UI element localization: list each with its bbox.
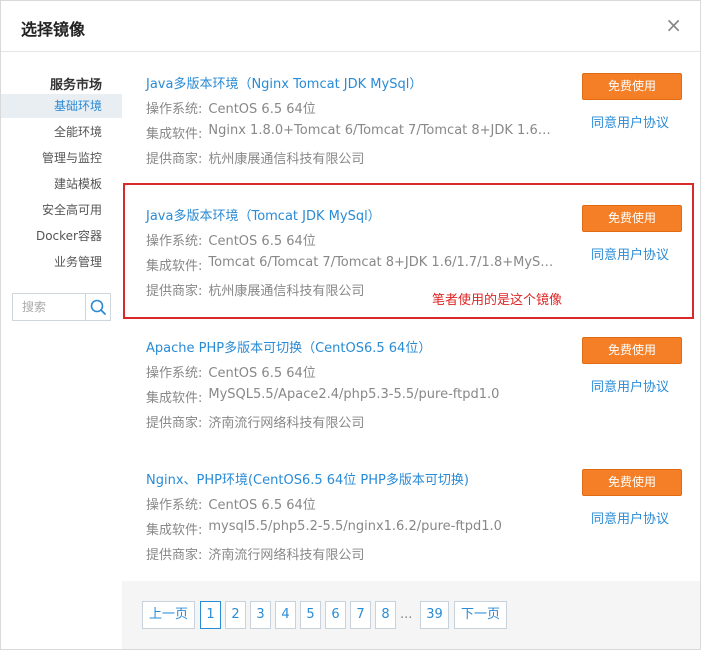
- software-label: 集成软件:: [146, 523, 203, 538]
- page-ellipsis: ...: [400, 607, 413, 622]
- os-label: 操作系统:: [146, 102, 203, 117]
- free-use-button[interactable]: 免费使用: [582, 469, 682, 496]
- vendor-row: 提供商家: 济南流行网络科技有限公司: [146, 412, 364, 431]
- os-label: 操作系统:: [146, 498, 203, 513]
- vendor-label: 提供商家:: [146, 416, 203, 431]
- page-8-button[interactable]: 8: [375, 601, 396, 629]
- annotation-note: 笔者使用的是这个镜像: [432, 293, 563, 308]
- os-row: 操作系统: CentOS 6.5 64位: [146, 494, 316, 513]
- software-value: Tomcat 6/Tomcat 7/Tomcat 8+JDK 1.6/1.7/1…: [208, 255, 554, 270]
- image-card: Apache PHP多版本可切换（CentOS6.5 64位） 操作系统: Cen…: [122, 317, 700, 449]
- sidebar: 服务市场 基础环境 全能环境 管理与监控 建站模板 安全高可用 Docker容器…: [1, 53, 122, 649]
- software-row: 集成软件: Nginx 1.8.0+Tomcat 6/Tomcat 7/Tomca…: [146, 123, 554, 142]
- os-row: 操作系统: CentOS 6.5 64位: [146, 230, 316, 249]
- dialog-header: 选择镜像 ×: [1, 1, 700, 52]
- image-name-link[interactable]: Apache PHP多版本可切换（CentOS6.5 64位）: [146, 337, 431, 356]
- sidebar-item-basic-env[interactable]: 基础环境: [1, 94, 122, 118]
- close-icon[interactable]: ×: [665, 13, 682, 37]
- vendor-value: 济南流行网络科技有限公司: [208, 416, 365, 431]
- agreement-link[interactable]: 同意用户协议: [591, 244, 669, 263]
- page-6-button[interactable]: 6: [325, 601, 346, 629]
- os-label: 操作系统:: [146, 366, 203, 381]
- agreement-link[interactable]: 同意用户协议: [591, 376, 669, 395]
- software-row: 集成软件: MySQL5.5/Apace2.4/php5.3-5.5/pure-f…: [146, 387, 499, 406]
- software-label: 集成软件:: [146, 391, 203, 406]
- sidebar-item-site-template[interactable]: 建站模板: [1, 172, 122, 196]
- sidebar-item-management[interactable]: 管理与监控: [1, 146, 122, 170]
- vendor-value: 杭州康展通信科技有限公司: [208, 284, 365, 299]
- software-row: 集成软件: Tomcat 6/Tomcat 7/Tomcat 8+JDK 1.6/…: [146, 255, 554, 274]
- image-name-link[interactable]: Nginx、PHP环境(CentOS6.5 64位 PHP多版本可切换): [146, 469, 469, 488]
- vendor-label: 提供商家:: [146, 284, 203, 299]
- image-list: Java多版本环境（Nginx Tomcat JDK MySql） 操作系统: C…: [122, 53, 700, 649]
- free-use-button[interactable]: 免费使用: [582, 73, 682, 100]
- image-name-link[interactable]: Java多版本环境（Nginx Tomcat JDK MySql）: [146, 73, 422, 92]
- page-7-button[interactable]: 7: [350, 601, 371, 629]
- software-row: 集成软件: mysql5.5/php5.2-5.5/nginx1.6.2/pure…: [146, 519, 502, 538]
- search-button[interactable]: [85, 294, 110, 320]
- image-card: Java多版本环境（Tomcat JDK MySql） 操作系统: CentOS …: [122, 185, 700, 317]
- vendor-label: 提供商家:: [146, 152, 203, 167]
- software-label: 集成软件:: [146, 259, 203, 274]
- sidebar-item-full-env[interactable]: 全能环境: [1, 120, 122, 144]
- image-card: Java多版本环境（Nginx Tomcat JDK MySql） 操作系统: C…: [122, 53, 700, 185]
- search-icon: [90, 299, 106, 315]
- page-1-button[interactable]: 1: [200, 601, 221, 629]
- page-39-button[interactable]: 39: [420, 601, 449, 629]
- software-value: mysql5.5/php5.2-5.5/nginx1.6.2/pure-ftpd…: [208, 519, 502, 534]
- software-value: Nginx 1.8.0+Tomcat 6/Tomcat 7/Tomcat 8+J…: [208, 123, 555, 138]
- vendor-row: 提供商家: 杭州康展通信科技有限公司: [146, 280, 364, 299]
- os-value: CentOS 6.5 64位: [208, 366, 316, 381]
- sidebar-item-security[interactable]: 安全高可用: [1, 198, 122, 222]
- os-row: 操作系统: CentOS 6.5 64位: [146, 362, 316, 381]
- software-value: MySQL5.5/Apace2.4/php5.3-5.5/pure-ftpd1.…: [208, 387, 500, 402]
- dialog-title: 选择镜像: [21, 20, 86, 39]
- agreement-link[interactable]: 同意用户协议: [591, 112, 669, 131]
- sidebar-item-business[interactable]: 业务管理: [1, 250, 122, 274]
- os-value: CentOS 6.5 64位: [208, 498, 316, 513]
- vendor-value: 杭州康展通信科技有限公司: [208, 152, 365, 167]
- image-name-link[interactable]: Java多版本环境（Tomcat JDK MySql）: [146, 205, 381, 224]
- select-image-dialog: 选择镜像 × 服务市场 基础环境 全能环境 管理与监控 建站模板 安全高可用 D…: [0, 0, 701, 650]
- page-3-button[interactable]: 3: [250, 601, 271, 629]
- sidebar-heading: 服务市场: [49, 78, 102, 93]
- vendor-label: 提供商家:: [146, 548, 203, 563]
- os-label: 操作系统:: [146, 234, 203, 249]
- software-label: 集成软件:: [146, 127, 203, 142]
- os-row: 操作系统: CentOS 6.5 64位: [146, 98, 316, 117]
- image-card: Nginx、PHP环境(CentOS6.5 64位 PHP多版本可切换) 操作系…: [122, 449, 700, 581]
- search-input[interactable]: [13, 294, 86, 320]
- agreement-link[interactable]: 同意用户协议: [591, 508, 669, 527]
- os-value: CentOS 6.5 64位: [208, 102, 316, 117]
- next-page-button[interactable]: 下一页: [454, 601, 507, 629]
- page-4-button[interactable]: 4: [275, 601, 296, 629]
- free-use-button[interactable]: 免费使用: [582, 337, 682, 364]
- sidebar-item-docker[interactable]: Docker容器: [1, 224, 122, 248]
- vendor-row: 提供商家: 济南流行网络科技有限公司: [146, 544, 364, 563]
- vendor-row: 提供商家: 杭州康展通信科技有限公司: [146, 148, 364, 167]
- free-use-button[interactable]: 免费使用: [582, 205, 682, 232]
- page-5-button[interactable]: 5: [300, 601, 321, 629]
- os-value: CentOS 6.5 64位: [208, 234, 316, 249]
- prev-page-button[interactable]: 上一页: [142, 601, 195, 629]
- vendor-value: 济南流行网络科技有限公司: [208, 548, 365, 563]
- search-box: [12, 293, 111, 321]
- page-2-button[interactable]: 2: [225, 601, 246, 629]
